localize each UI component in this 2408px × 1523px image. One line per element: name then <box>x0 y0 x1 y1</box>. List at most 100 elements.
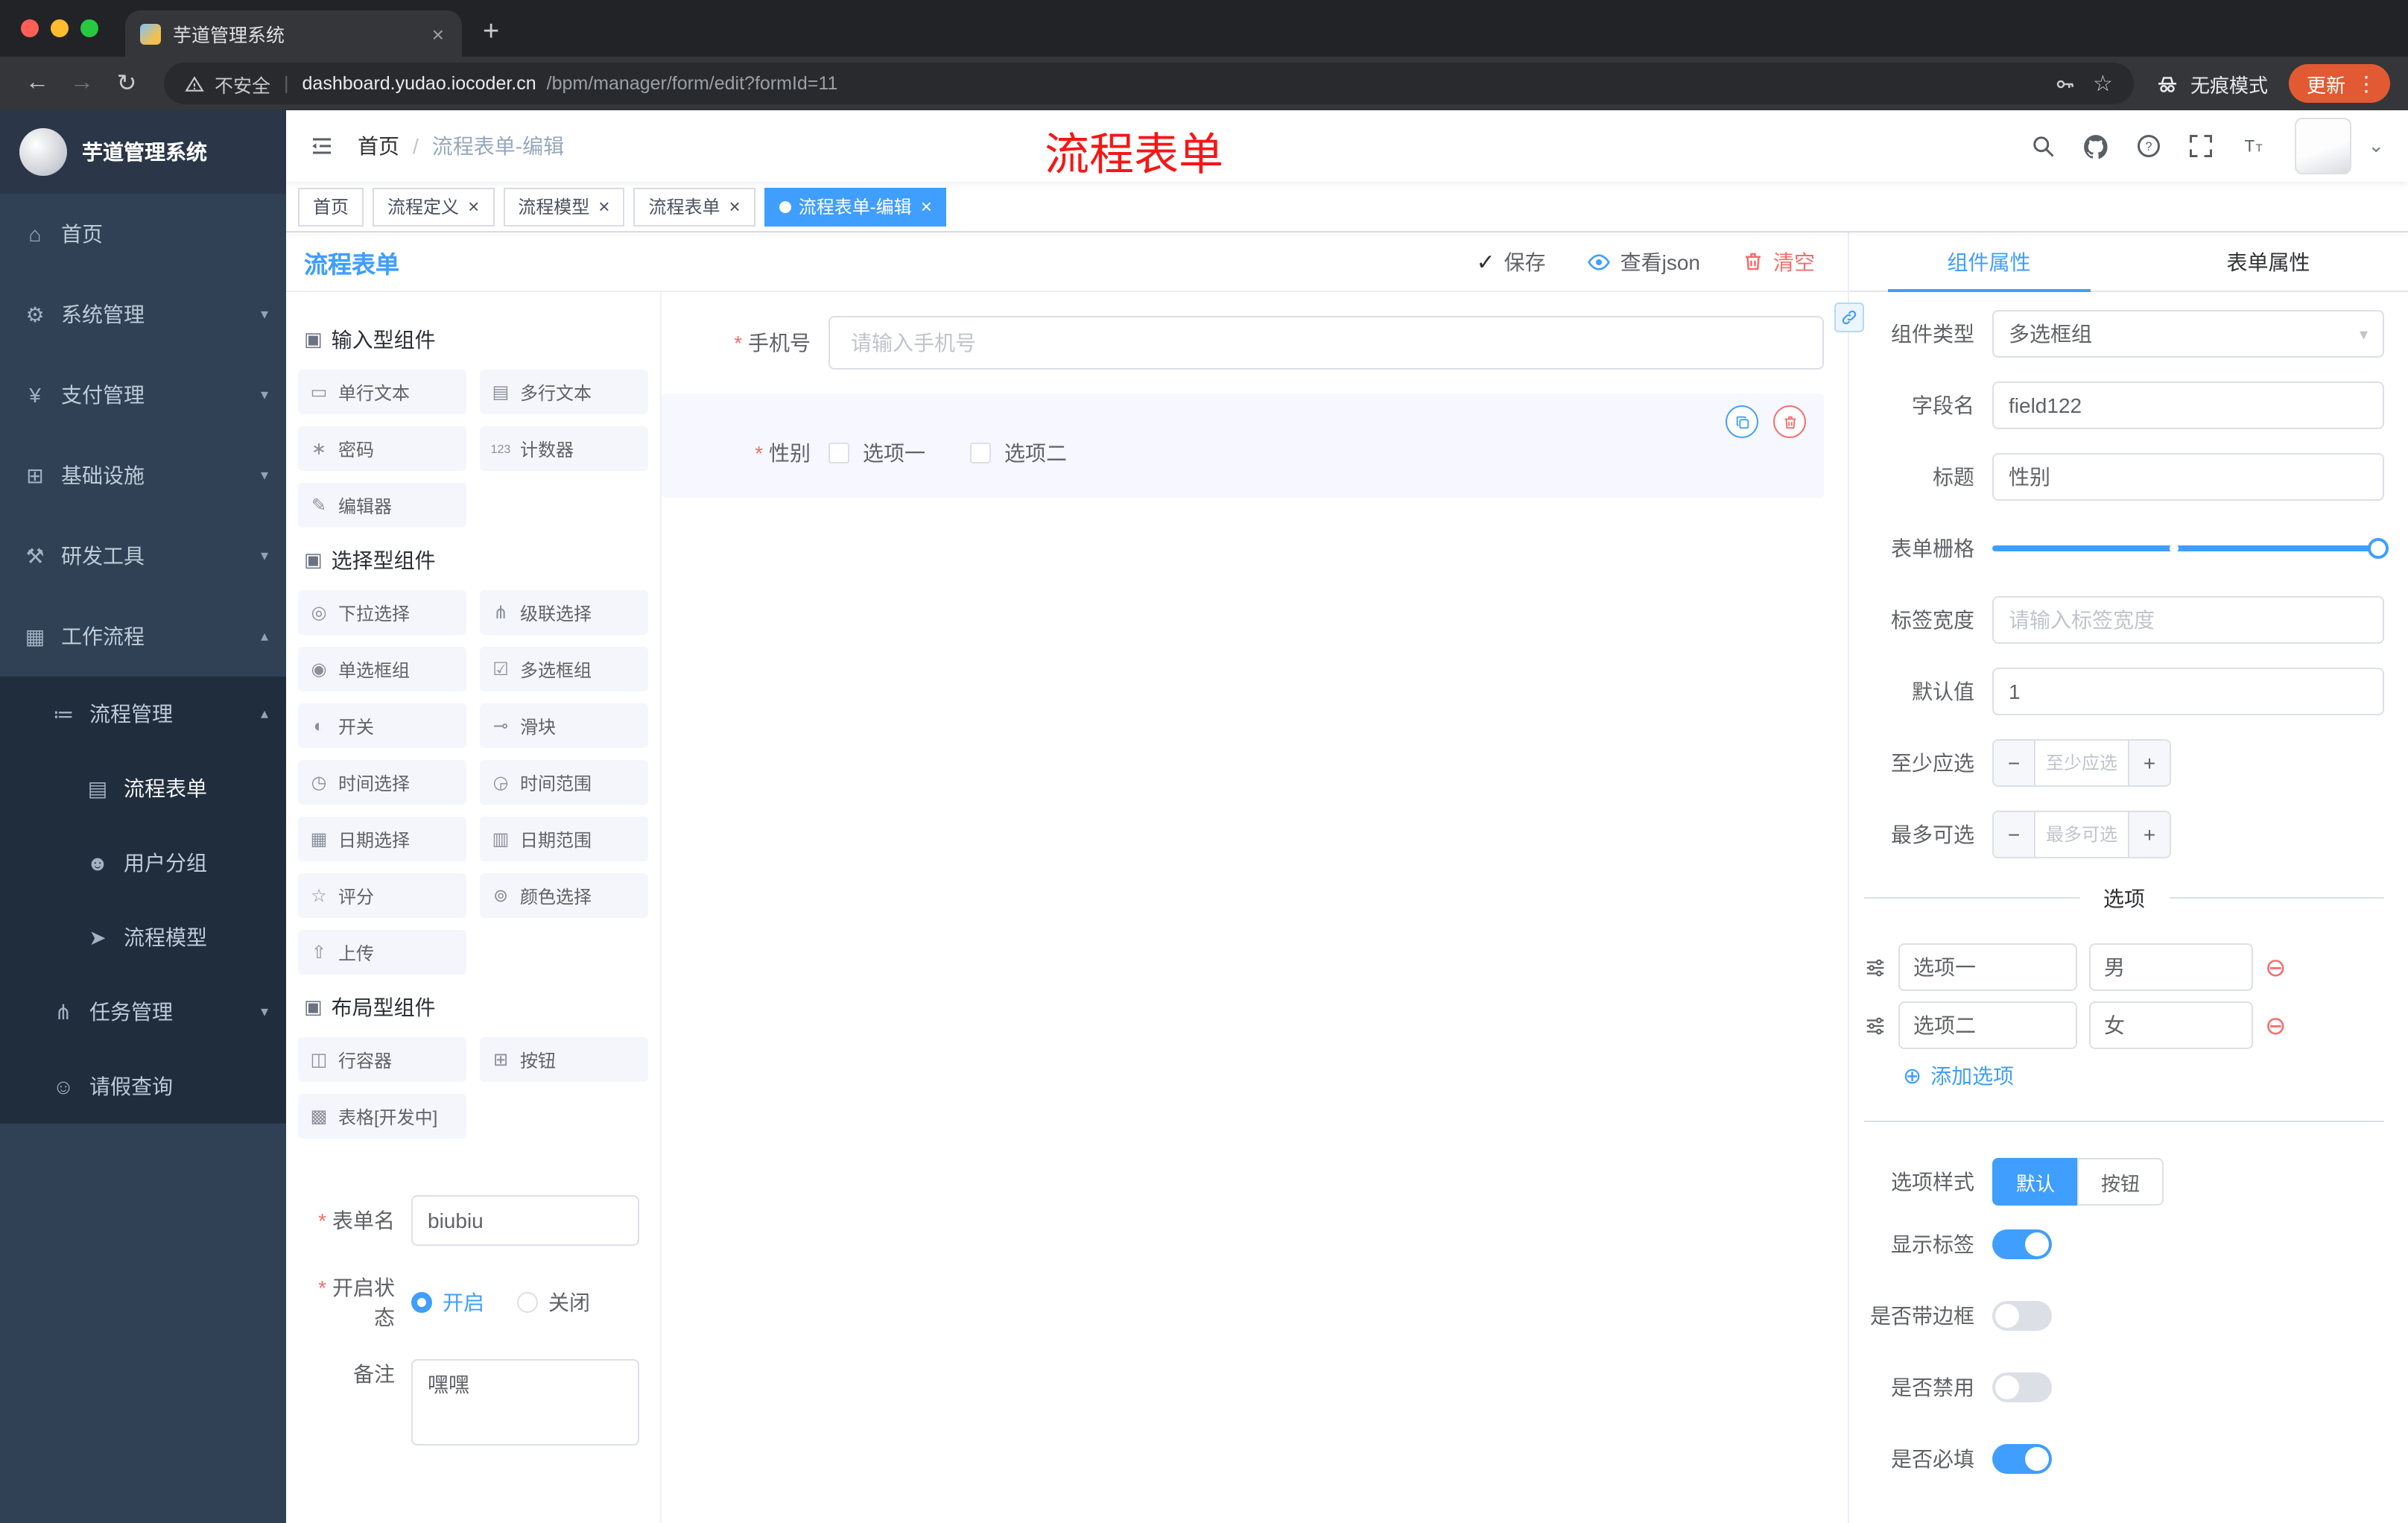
tag-process-definition[interactable]: 流程定义 × <box>373 187 495 226</box>
copy-field-button[interactable] <box>1726 405 1758 438</box>
border-switch[interactable] <box>1992 1301 2052 1331</box>
drag-handle-icon[interactable] <box>1864 956 1886 978</box>
checkbox-option-1[interactable]: 选项一 <box>828 438 925 468</box>
security-label[interactable]: 不安全 <box>215 69 270 98</box>
palette-item-table[interactable]: ▩ 表格[开发中] <box>298 1094 466 1139</box>
github-icon[interactable] <box>2082 132 2110 160</box>
palette-item-time-picker[interactable]: ◷ 时间选择 <box>298 760 466 805</box>
tab-form-props[interactable]: 表单属性 <box>2129 232 2408 291</box>
sidebar-item-payment-management[interactable]: ¥ 支付管理 ▾ <box>0 355 286 435</box>
option-style-default-button[interactable]: 默认 <box>1992 1158 2078 1206</box>
fullscreen-icon[interactable] <box>2187 133 2214 159</box>
new-tab-button[interactable]: + <box>483 16 499 49</box>
bookmark-star-icon[interactable]: ☆ <box>2093 70 2113 97</box>
sidebar-item-leave-query[interactable]: ☺ 请假查询 <box>0 1049 286 1124</box>
tag-process-form-edit[interactable]: 流程表单-编辑 × <box>764 187 947 226</box>
browser-update-button[interactable]: 更新 ⋮ <box>2288 64 2390 103</box>
slider-handle[interactable] <box>2368 538 2389 559</box>
palette-item-row-container[interactable]: ◫ 行容器 <box>298 1037 466 1082</box>
sidebar-item-process-management[interactable]: ≔ 流程管理 ▴ <box>0 677 286 751</box>
view-json-button[interactable]: 查看json <box>1588 247 1700 276</box>
sidebar-item-task-management[interactable]: ⋔ 任务管理 ▾ <box>0 975 286 1049</box>
palette-item-multi-line-text[interactable]: ▤ 多行文本 <box>480 370 648 414</box>
show-label-switch[interactable] <box>1992 1229 2052 1259</box>
palette-item-single-line-text[interactable]: ▭ 单行文本 <box>298 370 466 414</box>
tag-close-icon[interactable]: × <box>468 195 479 218</box>
palette-item-cascader[interactable]: ⋔ 级联选择 <box>480 590 648 635</box>
palette-item-button[interactable]: ⊞ 按钮 <box>480 1037 648 1082</box>
forward-icon[interactable]: → <box>63 64 101 103</box>
help-icon[interactable]: ? <box>2135 133 2162 159</box>
phone-field-row[interactable]: 手机号 <box>662 316 1824 370</box>
search-icon[interactable] <box>2030 133 2056 159</box>
gender-field-selected[interactable]: 性别 选项一 选项二 <box>662 393 1824 498</box>
window-zoom-button[interactable] <box>80 19 98 37</box>
tab-component-props[interactable]: 组件属性 <box>1849 232 2129 292</box>
clear-button[interactable]: 清空 <box>1742 247 1815 276</box>
min-select-input[interactable] <box>2035 741 2128 785</box>
form-name-input[interactable] <box>411 1195 639 1246</box>
palette-item-checkbox-group[interactable]: ☑ 多选框组 <box>480 647 648 691</box>
option-style-button-button[interactable]: 按钮 <box>2077 1158 2164 1206</box>
palette-item-radio-group[interactable]: ◉ 单选框组 <box>298 647 466 691</box>
back-icon[interactable]: ← <box>18 64 57 103</box>
sidebar-item-home[interactable]: ⌂ 首页 <box>0 194 286 274</box>
palette-item-dropdown[interactable]: ◎ 下拉选择 <box>298 590 466 635</box>
form-grid-slider[interactable] <box>1992 525 2389 572</box>
palette-item-date-picker[interactable]: ▦ 日期选择 <box>298 817 466 861</box>
palette-item-upload[interactable]: ⇧ 上传 <box>298 930 466 975</box>
option-label-input[interactable] <box>1898 1001 2077 1049</box>
palette-item-switch[interactable]: ◐ 开关 <box>298 703 466 748</box>
drag-handle-icon[interactable] <box>1864 1014 1886 1036</box>
breadcrumb-home[interactable]: 首页 <box>358 134 399 158</box>
palette-item-slider[interactable]: ⊸ 滑块 <box>480 703 648 748</box>
option-value-input[interactable] <box>2089 943 2253 991</box>
avatar-caret-icon[interactable]: ⌄ <box>2368 134 2384 158</box>
palette-item-color-picker[interactable]: ⊚ 颜色选择 <box>480 873 648 918</box>
status-on-radio[interactable]: 开启 <box>411 1288 484 1317</box>
palette-item-date-range[interactable]: ▥ 日期范围 <box>480 817 648 861</box>
reload-icon[interactable]: ↻ <box>107 64 146 103</box>
sidebar-logo[interactable]: 芋道管理系统 <box>0 110 286 194</box>
tab-close-icon[interactable]: × <box>429 22 447 45</box>
save-button[interactable]: ✓ 保存 <box>1476 247 1545 276</box>
add-option-button[interactable]: ⊕ 添加选项 <box>1903 1061 2384 1091</box>
form-canvas[interactable]: 手机号 性别 <box>662 292 1848 1523</box>
sidebar-item-system-management[interactable]: ⚙ 系统管理 ▾ <box>0 274 286 355</box>
palette-item-password[interactable]: ∗ 密码 <box>298 426 466 471</box>
kebab-menu-icon[interactable]: ⋮ <box>2356 71 2377 96</box>
sidebar-item-workflow[interactable]: ▦ 工作流程 ▴ <box>0 596 286 677</box>
status-off-radio[interactable]: 关闭 <box>517 1288 590 1317</box>
required-switch[interactable] <box>1992 1444 2052 1474</box>
tag-home[interactable]: 首页 <box>298 187 364 226</box>
link-field-button[interactable] <box>1834 303 1864 332</box>
decrement-button[interactable]: − <box>1994 741 2035 785</box>
palette-item-rate[interactable]: ☆ 评分 <box>298 873 466 918</box>
checkbox-option-2[interactable]: 选项二 <box>970 438 1067 468</box>
palette-item-counter[interactable]: 123 计数器 <box>480 426 648 471</box>
label-width-input[interactable] <box>1992 596 2384 644</box>
increment-button[interactable]: + <box>2128 741 2170 785</box>
sidebar-item-user-group[interactable]: ☻ 用户分组 <box>0 826 286 900</box>
sidebar-item-process-model[interactable]: ➤ 流程模型 <box>0 900 286 975</box>
phone-input[interactable] <box>828 316 1824 370</box>
tag-close-icon[interactable]: × <box>598 195 609 218</box>
title-input[interactable] <box>1992 453 2384 501</box>
field-name-input[interactable] <box>1992 381 2384 429</box>
default-value-input[interactable] <box>1992 668 2384 715</box>
option-value-input[interactable] <box>2089 1001 2253 1049</box>
delete-field-button[interactable] <box>1773 405 1806 438</box>
remove-option-icon[interactable]: ⊖ <box>2265 954 2287 980</box>
tag-close-icon[interactable]: × <box>921 195 932 218</box>
disabled-switch[interactable] <box>1992 1372 2052 1402</box>
remove-option-icon[interactable]: ⊖ <box>2265 1013 2287 1038</box>
option-label-input[interactable] <box>1898 943 2077 991</box>
remark-textarea[interactable]: 嘿嘿 <box>411 1359 639 1446</box>
palette-item-time-range[interactable]: ◶ 时间范围 <box>480 760 648 805</box>
increment-button[interactable]: + <box>2128 812 2170 857</box>
sidebar-item-dev-tools[interactable]: ⚒ 研发工具 ▾ <box>0 516 286 596</box>
palette-item-editor[interactable]: ✎ 编辑器 <box>298 483 466 528</box>
sidebar-item-process-form[interactable]: ▤ 流程表单 <box>0 751 286 826</box>
window-close-button[interactable] <box>21 19 39 37</box>
decrement-button[interactable]: − <box>1994 812 2035 857</box>
